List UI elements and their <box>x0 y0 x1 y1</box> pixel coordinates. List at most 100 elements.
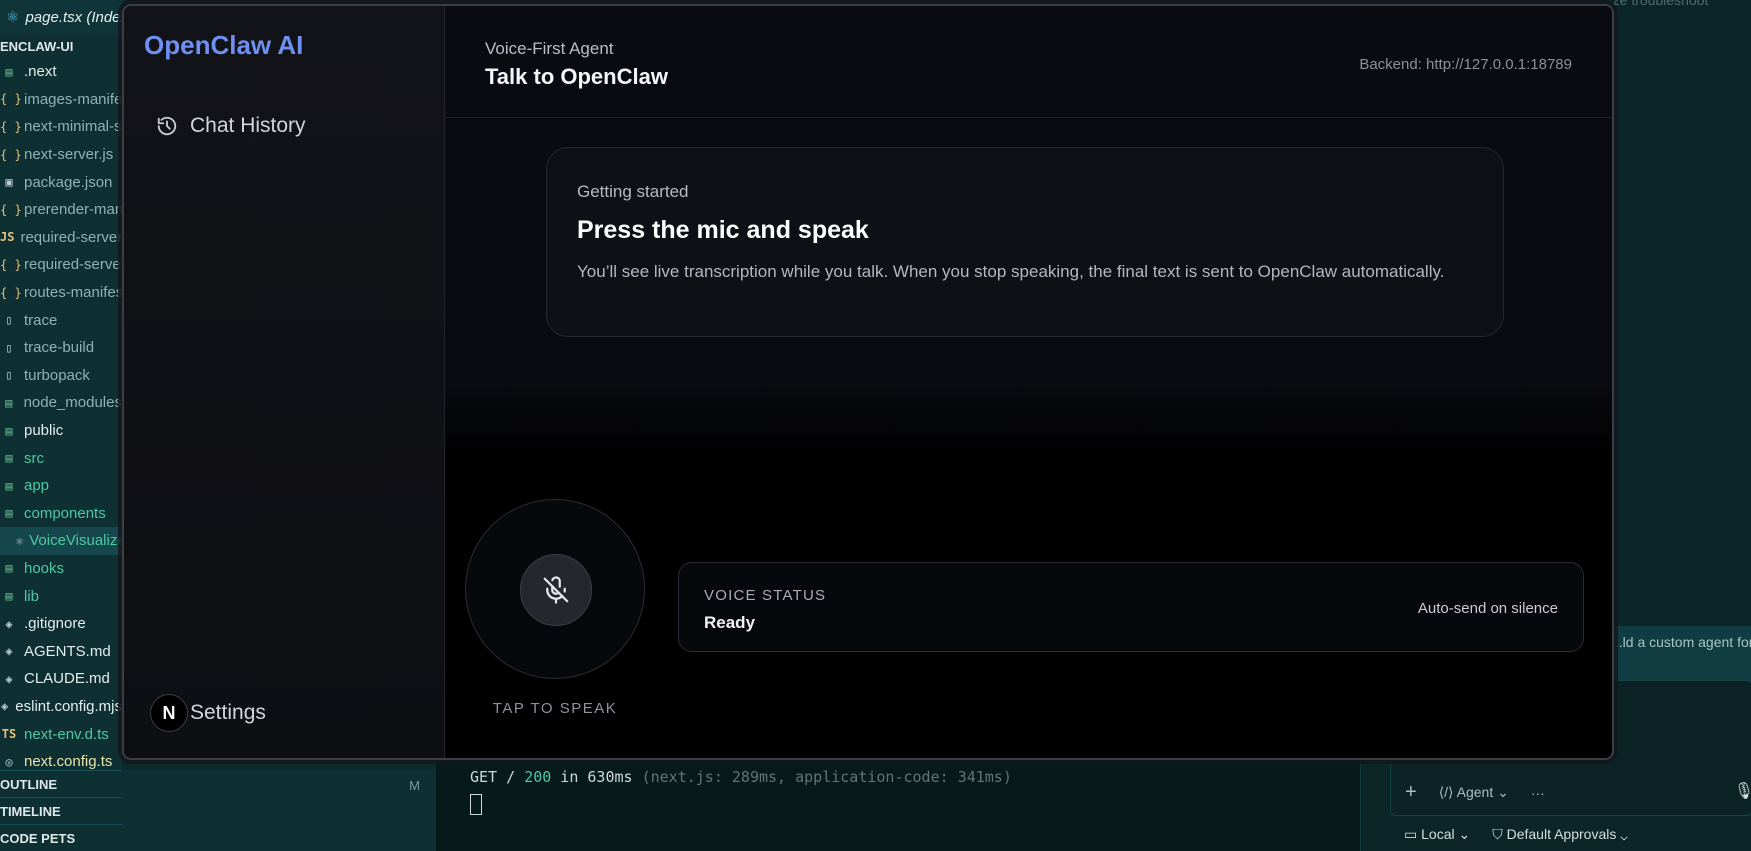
file-icon: ◈ <box>5 644 13 659</box>
tree-item[interactable]: { }routes-manifest.json <box>0 279 122 307</box>
tree-item[interactable]: { }prerender-manifest.json <box>0 196 122 224</box>
more-options-icon[interactable]: ··· <box>1531 785 1545 801</box>
file-explorer: ⚛ page.tsx (Index) ENCLAW-UI ▤.next{ }im… <box>0 0 122 851</box>
agent-mode-select[interactable]: ⟨/⟩ Agent ⌄ <box>1439 784 1509 801</box>
folder-icon: ▤ <box>5 423 13 438</box>
tree-item-label: hooks <box>24 559 65 577</box>
tree-item[interactable]: ▤ hooks <box>0 555 122 583</box>
tree-item-label: package.json <box>24 173 113 191</box>
mic-off-icon <box>543 576 569 604</box>
explorer-strip: M <box>122 770 436 851</box>
voice-status-value: Ready <box>704 613 756 632</box>
tree-item[interactable]: { }required-server-files.json <box>0 251 122 279</box>
tree-item-label: CLAUDE.md <box>24 670 110 688</box>
tree-item[interactable]: { } next-server.js <box>0 141 122 169</box>
explorer-bottom-sections: OUTLINE TIMELINE CODE PETS <box>0 770 122 851</box>
file-icon: { } <box>0 257 22 272</box>
location-label: Local <box>1421 826 1455 842</box>
tree-item[interactable]: ◈ CLAUDE.md <box>0 665 122 693</box>
tree-item[interactable]: ▤ src <box>0 444 122 472</box>
tree-item[interactable]: ▤ .next <box>0 58 122 86</box>
folder-icon: ▤ <box>5 395 13 410</box>
file-icon: ⚛ <box>16 533 24 548</box>
tree-item-label: next-minimal-server.js <box>24 118 122 136</box>
tree-item-label: lib <box>24 587 40 605</box>
tree-item[interactable]: ▤ components <box>0 500 122 528</box>
chat-mic-icon[interactable]: 🎙 <box>1734 781 1751 801</box>
folder-icon: ▤ <box>5 478 13 493</box>
tree-item-label: VoiceVisualizer.tsx <box>29 532 122 550</box>
page-subtitle: Voice-First Agent <box>485 39 614 58</box>
tree-item[interactable]: ◈ eslint.config.mjs <box>0 693 122 721</box>
approvals-select[interactable]: ⛉ Default Approvals ⌄ <box>1492 826 1628 843</box>
tree-item[interactable]: JS required-server-files.js <box>0 224 122 252</box>
terminal-status: 200 <box>524 768 552 786</box>
folder-icon: ▤ <box>5 451 13 466</box>
tree-item[interactable]: ◈ AGENTS.md <box>0 637 122 665</box>
tree-item-label: routes-manifest.json <box>24 284 122 302</box>
timeline-section[interactable]: TIMELINE <box>0 797 122 824</box>
tree-item-label: images-manifest.json <box>24 90 122 108</box>
tree-item[interactable]: ▯ trace <box>0 306 122 334</box>
chat-suggestion[interactable]: ...ld a custom agent for <box>1601 626 1751 682</box>
tree-item[interactable]: ⚛ VoiceVisualizer.tsx <box>0 527 122 555</box>
tree-item-label: prerender-manifest.json <box>24 201 122 219</box>
tree-item-label: trace <box>24 311 58 329</box>
explorer-root[interactable]: ENCLAW-UI <box>0 34 122 58</box>
chat-history-link[interactable]: Chat History <box>156 114 306 138</box>
tree-item[interactable]: ▯ turbopack <box>0 362 122 390</box>
editor-tab-label: page.tsx (Index) <box>25 8 122 26</box>
file-icon: ▯ <box>5 340 13 355</box>
tree-item-label: public <box>24 422 64 440</box>
tree-item-label: turbopack <box>24 366 90 384</box>
file-icon: { } <box>0 119 22 134</box>
outline-section[interactable]: OUTLINE <box>0 770 122 797</box>
brand-logo: OpenClaw AI <box>144 30 304 60</box>
tree-item[interactable]: ▤ public <box>0 417 122 445</box>
tree-item[interactable]: ▤ node_modules <box>0 389 122 417</box>
file-icon: JS <box>0 230 15 245</box>
terminal-timing: in 630ms <box>551 768 642 786</box>
react-file-icon: ⚛ <box>6 9 20 26</box>
location-select[interactable]: ▭ Local ⌄ <box>1404 826 1470 843</box>
tree-item[interactable]: ▣ package.json <box>0 168 122 196</box>
tree-item[interactable]: { }next-minimal-server.js <box>0 113 122 141</box>
tree-item-label: .next <box>24 63 57 81</box>
openclaw-window: OpenClaw AI Chat History N Settings Voic… <box>122 4 1614 760</box>
tree-item[interactable]: { }images-manifest.json <box>0 86 122 114</box>
folder-icon: ▤ <box>5 561 13 576</box>
editor-tab[interactable]: ⚛ page.tsx (Index) <box>0 0 122 34</box>
backend-url: Backend: http://127.0.0.1:18789 <box>1359 56 1572 73</box>
code-pets-section[interactable]: CODE PETS <box>0 824 122 851</box>
auto-send-mode: Auto-send on silence <box>1417 600 1558 617</box>
file-icon: ◈ <box>1 699 9 714</box>
folder-icon: ▤ <box>5 589 13 604</box>
file-icon: { } <box>0 285 22 300</box>
file-icon: { } <box>0 202 22 217</box>
tree-item[interactable]: ◈ .gitignore <box>0 610 122 638</box>
voice-status-label: VOICE STATUS <box>704 587 827 604</box>
tree-item-label: trace-build <box>24 339 95 357</box>
avatar[interactable]: N <box>150 694 188 732</box>
terminal-panel[interactable]: GET / 200 in 630ms (next.js: 289ms, appl… <box>436 758 1376 851</box>
approvals-label: Default Approvals <box>1506 826 1617 842</box>
tree-item[interactable]: ▤ lib <box>0 582 122 610</box>
tree-item-label: required-server-files.json <box>24 256 122 274</box>
tree-item-label: next.config.ts <box>24 753 113 771</box>
terminal-detail: (next.js: 289ms, application-code: 341ms… <box>641 768 1012 786</box>
modified-marker: M <box>409 778 420 793</box>
tap-to-speak-label: TAP TO SPEAK <box>492 700 618 717</box>
file-icon: ▣ <box>5 175 13 190</box>
file-icon: ◈ <box>5 671 13 686</box>
settings-link[interactable]: N Settings <box>150 694 266 732</box>
mic-button[interactable] <box>520 554 592 626</box>
agent-mode-label: Agent <box>1456 784 1494 800</box>
tree-item[interactable]: TS next-env.d.ts <box>0 720 122 748</box>
add-context-icon[interactable]: + <box>1405 781 1417 804</box>
tree-item[interactable]: ▤ app <box>0 472 122 500</box>
terminal-cursor <box>470 794 482 815</box>
voice-status-card: VOICE STATUS Ready Auto-send on silence <box>678 562 1584 652</box>
history-icon <box>157 116 177 136</box>
tree-item[interactable]: ▯ trace-build <box>0 334 122 362</box>
card-eyebrow: Getting started <box>577 182 689 201</box>
